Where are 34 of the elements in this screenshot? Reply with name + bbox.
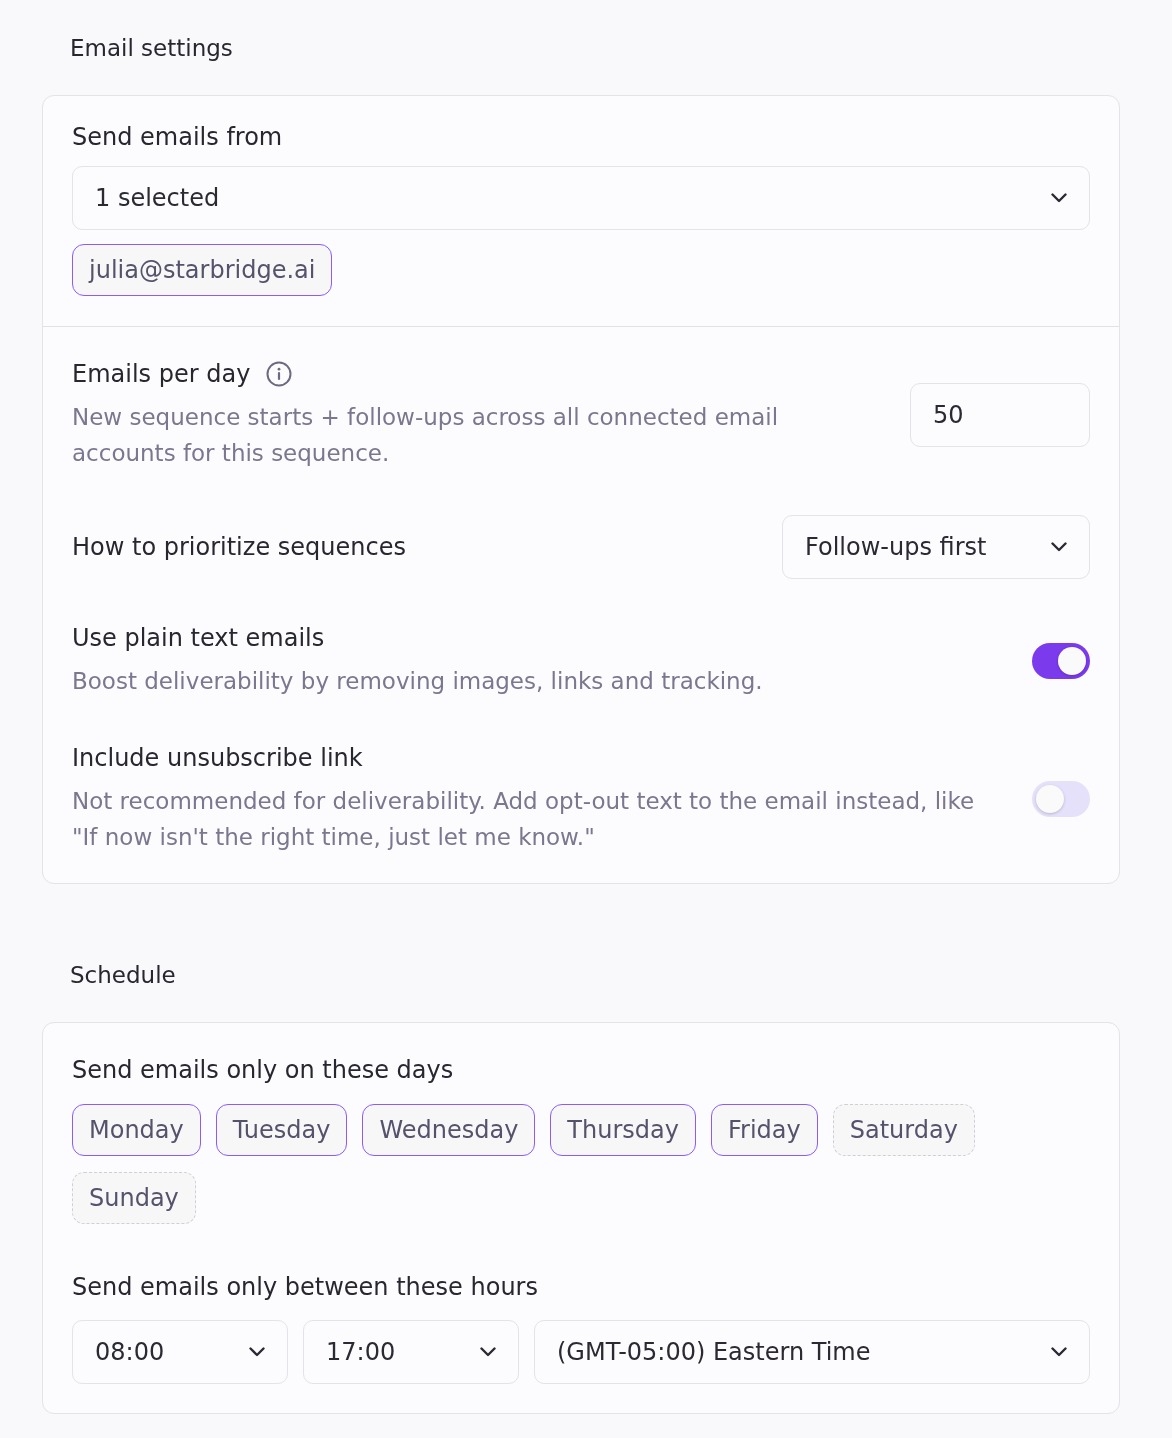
day-chip[interactable]: Monday [72, 1104, 201, 1156]
chevron-down-icon [1051, 193, 1067, 203]
timezone-select[interactable]: (GMT-05:00) Eastern Time [534, 1320, 1090, 1384]
chevron-down-icon [1051, 1347, 1067, 1357]
sender-select[interactable]: 1 selected [72, 166, 1090, 230]
setting-label: How to prioritize sequences [72, 532, 406, 562]
chevron-down-icon [1051, 542, 1067, 552]
field-label: Send emails from [72, 122, 283, 152]
chevron-down-icon [249, 1347, 265, 1357]
setting-label: Emails per day [72, 359, 251, 389]
day-chip[interactable]: Friday [710, 1104, 818, 1156]
setting-description: Boost deliverability by removing images, links and tracking. [72, 667, 764, 696]
day-chip[interactable]: Sunday [72, 1172, 196, 1224]
chevron-down-icon [480, 1347, 496, 1357]
email-chip[interactable]: julia@starbridge.ai [72, 244, 333, 296]
day-chip[interactable]: Saturday [832, 1104, 975, 1156]
section-title: Schedule [70, 961, 176, 990]
start-time-select[interactable]: 08:00 [72, 1320, 288, 1384]
toggle-switch[interactable] [1032, 781, 1090, 817]
field-label: Send emails only between these hours [72, 1272, 538, 1302]
section-title: Email settings [70, 34, 233, 63]
number-input-field[interactable]: 50 [910, 383, 1090, 447]
setting-label: Use plain text emails [72, 623, 325, 653]
day-chip[interactable]: Tuesday [215, 1104, 348, 1156]
end-time-select[interactable]: 17:00 [303, 1320, 519, 1384]
setting-description: Not recommended for deliverability. Add opt-out text to the email instead, like "If now isn't the right time, just let me know." [72, 787, 976, 852]
setting-label: Include unsubscribe link [72, 743, 363, 773]
day-chip[interactable]: Thursday [550, 1104, 696, 1156]
toggle-switch[interactable] [1032, 643, 1090, 679]
priority-select[interactable]: Follow-ups first [782, 515, 1090, 579]
day-chip[interactable]: Wednesday [362, 1104, 536, 1156]
info-icon[interactable] [266, 361, 293, 387]
setting-description: New sequence starts + follow-ups across all connected email accounts for this sequence. [72, 403, 780, 468]
field-label: Send emails only on these days [72, 1055, 454, 1085]
